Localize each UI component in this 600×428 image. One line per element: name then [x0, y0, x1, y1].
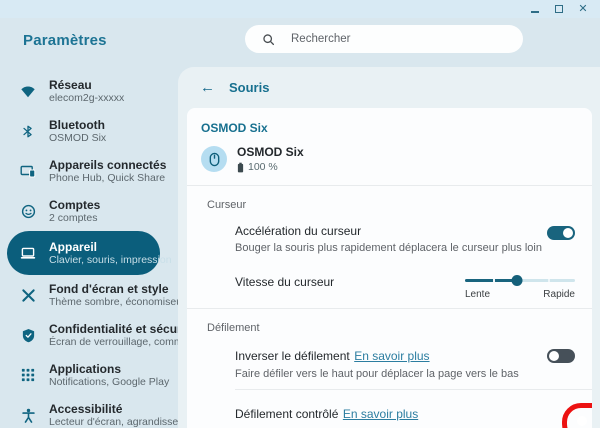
controlled-scroll-learn-more-link[interactable]: En savoir plus: [343, 407, 418, 421]
breadcrumb: ← Souris: [187, 67, 592, 108]
search-input[interactable]: Rechercher: [245, 25, 523, 53]
sidebar-item-comptes[interactable]: Comptes2 comptes: [0, 191, 178, 231]
slider-max-label: Rapide: [543, 289, 575, 300]
device-section-header: OSMOD Six: [187, 108, 592, 142]
cursor-acceleration-title: Accélération du curseur: [235, 224, 542, 239]
battery-icon: [237, 162, 244, 173]
window-titlebar: ✕: [0, 0, 600, 18]
connected-devices-icon: [20, 163, 36, 179]
mouse-icon: [201, 146, 227, 172]
back-arrow-icon[interactable]: ←: [200, 80, 215, 95]
slider-thumb[interactable]: [511, 275, 522, 286]
sidebar-item-appareils-connectes[interactable]: Appareils connectésPhone Hub, Quick Shar…: [0, 151, 178, 191]
device-name: OSMOD Six: [237, 145, 304, 159]
page-title: Souris: [229, 80, 269, 95]
accessibility-icon: [20, 407, 36, 423]
controlled-scroll-row: Défilement contrôlé En savoir plus: [187, 390, 592, 428]
brush-icon: [20, 287, 36, 303]
sidebar-item-confidentialite[interactable]: Confidentialité et sécuritéÉcran de verr…: [0, 315, 178, 355]
sidebar-item-appareil[interactable]: AppareilClavier, souris, impression: [7, 231, 160, 275]
main-panel: ← Souris OSMOD Six OSMOD Six: [178, 67, 600, 428]
sidebar-item-applications[interactable]: ApplicationsNotifications, Google Play: [0, 355, 178, 395]
device-row: OSMOD Six 100 %: [187, 142, 592, 185]
bluetooth-icon: [20, 123, 36, 139]
app-header: Paramètres Rechercher: [0, 18, 600, 67]
cursor-speed-title: Vitesse du curseur: [235, 275, 334, 290]
shield-icon: [20, 327, 36, 343]
apps-grid-icon: [20, 367, 36, 383]
battery-level: 100 %: [248, 161, 278, 173]
sidebar-item-fond-ecran[interactable]: Fond d'écran et styleThème sombre, écono…: [0, 275, 178, 315]
inverse-scroll-learn-more-link[interactable]: En savoir plus: [354, 349, 429, 363]
cursor-acceleration-subtitle: Bouger la souris plus rapidement déplace…: [235, 241, 542, 255]
cursor-speed-row: Vitesse du curseur Lente Rapide: [187, 263, 592, 308]
app-title: Paramètres: [23, 32, 107, 49]
red-annotation-circle: [562, 403, 592, 428]
sidebar-item-accessibilite[interactable]: AccessibilitéLecteur d'écran, agrandisse…: [0, 395, 178, 428]
slider-min-label: Lente: [465, 289, 490, 300]
sidebar-item-bluetooth[interactable]: BluetoothOSMOD Six: [0, 111, 178, 151]
close-icon[interactable]: ✕: [578, 4, 588, 14]
account-icon: [20, 203, 36, 219]
wifi-icon: [20, 83, 36, 99]
cursor-acceleration-toggle[interactable]: [547, 226, 575, 240]
sidebar-item-reseau[interactable]: Réseauelecom2g-xxxxx: [0, 71, 178, 111]
search-icon: [262, 33, 275, 46]
cursor-section-label: Curseur: [187, 186, 592, 213]
maximize-icon[interactable]: [554, 4, 564, 14]
inverse-scroll-title: Inverser le défilement: [235, 349, 350, 363]
cursor-acceleration-row: Accélération du curseur Bouger la souris…: [187, 213, 592, 263]
controlled-scroll-title: Défilement contrôlé: [235, 407, 338, 421]
scroll-section-label: Défilement: [187, 309, 592, 336]
minimize-icon[interactable]: [530, 4, 540, 14]
inverse-scroll-subtitle: Faire défiler vers le haut pour déplacer…: [235, 367, 519, 381]
inverse-scroll-toggle[interactable]: [547, 349, 575, 363]
search-placeholder: Rechercher: [291, 33, 350, 45]
cursor-speed-slider[interactable]: Lente Rapide: [465, 275, 575, 300]
inverse-scroll-row: Inverser le défilement En savoir plus Fa…: [187, 336, 592, 389]
settings-sidebar: Réseauelecom2g-xxxxx BluetoothOSMOD Six …: [0, 67, 178, 428]
laptop-icon: [20, 245, 36, 261]
mouse-settings-card: OSMOD Six OSMOD Six 100 %: [187, 108, 592, 428]
